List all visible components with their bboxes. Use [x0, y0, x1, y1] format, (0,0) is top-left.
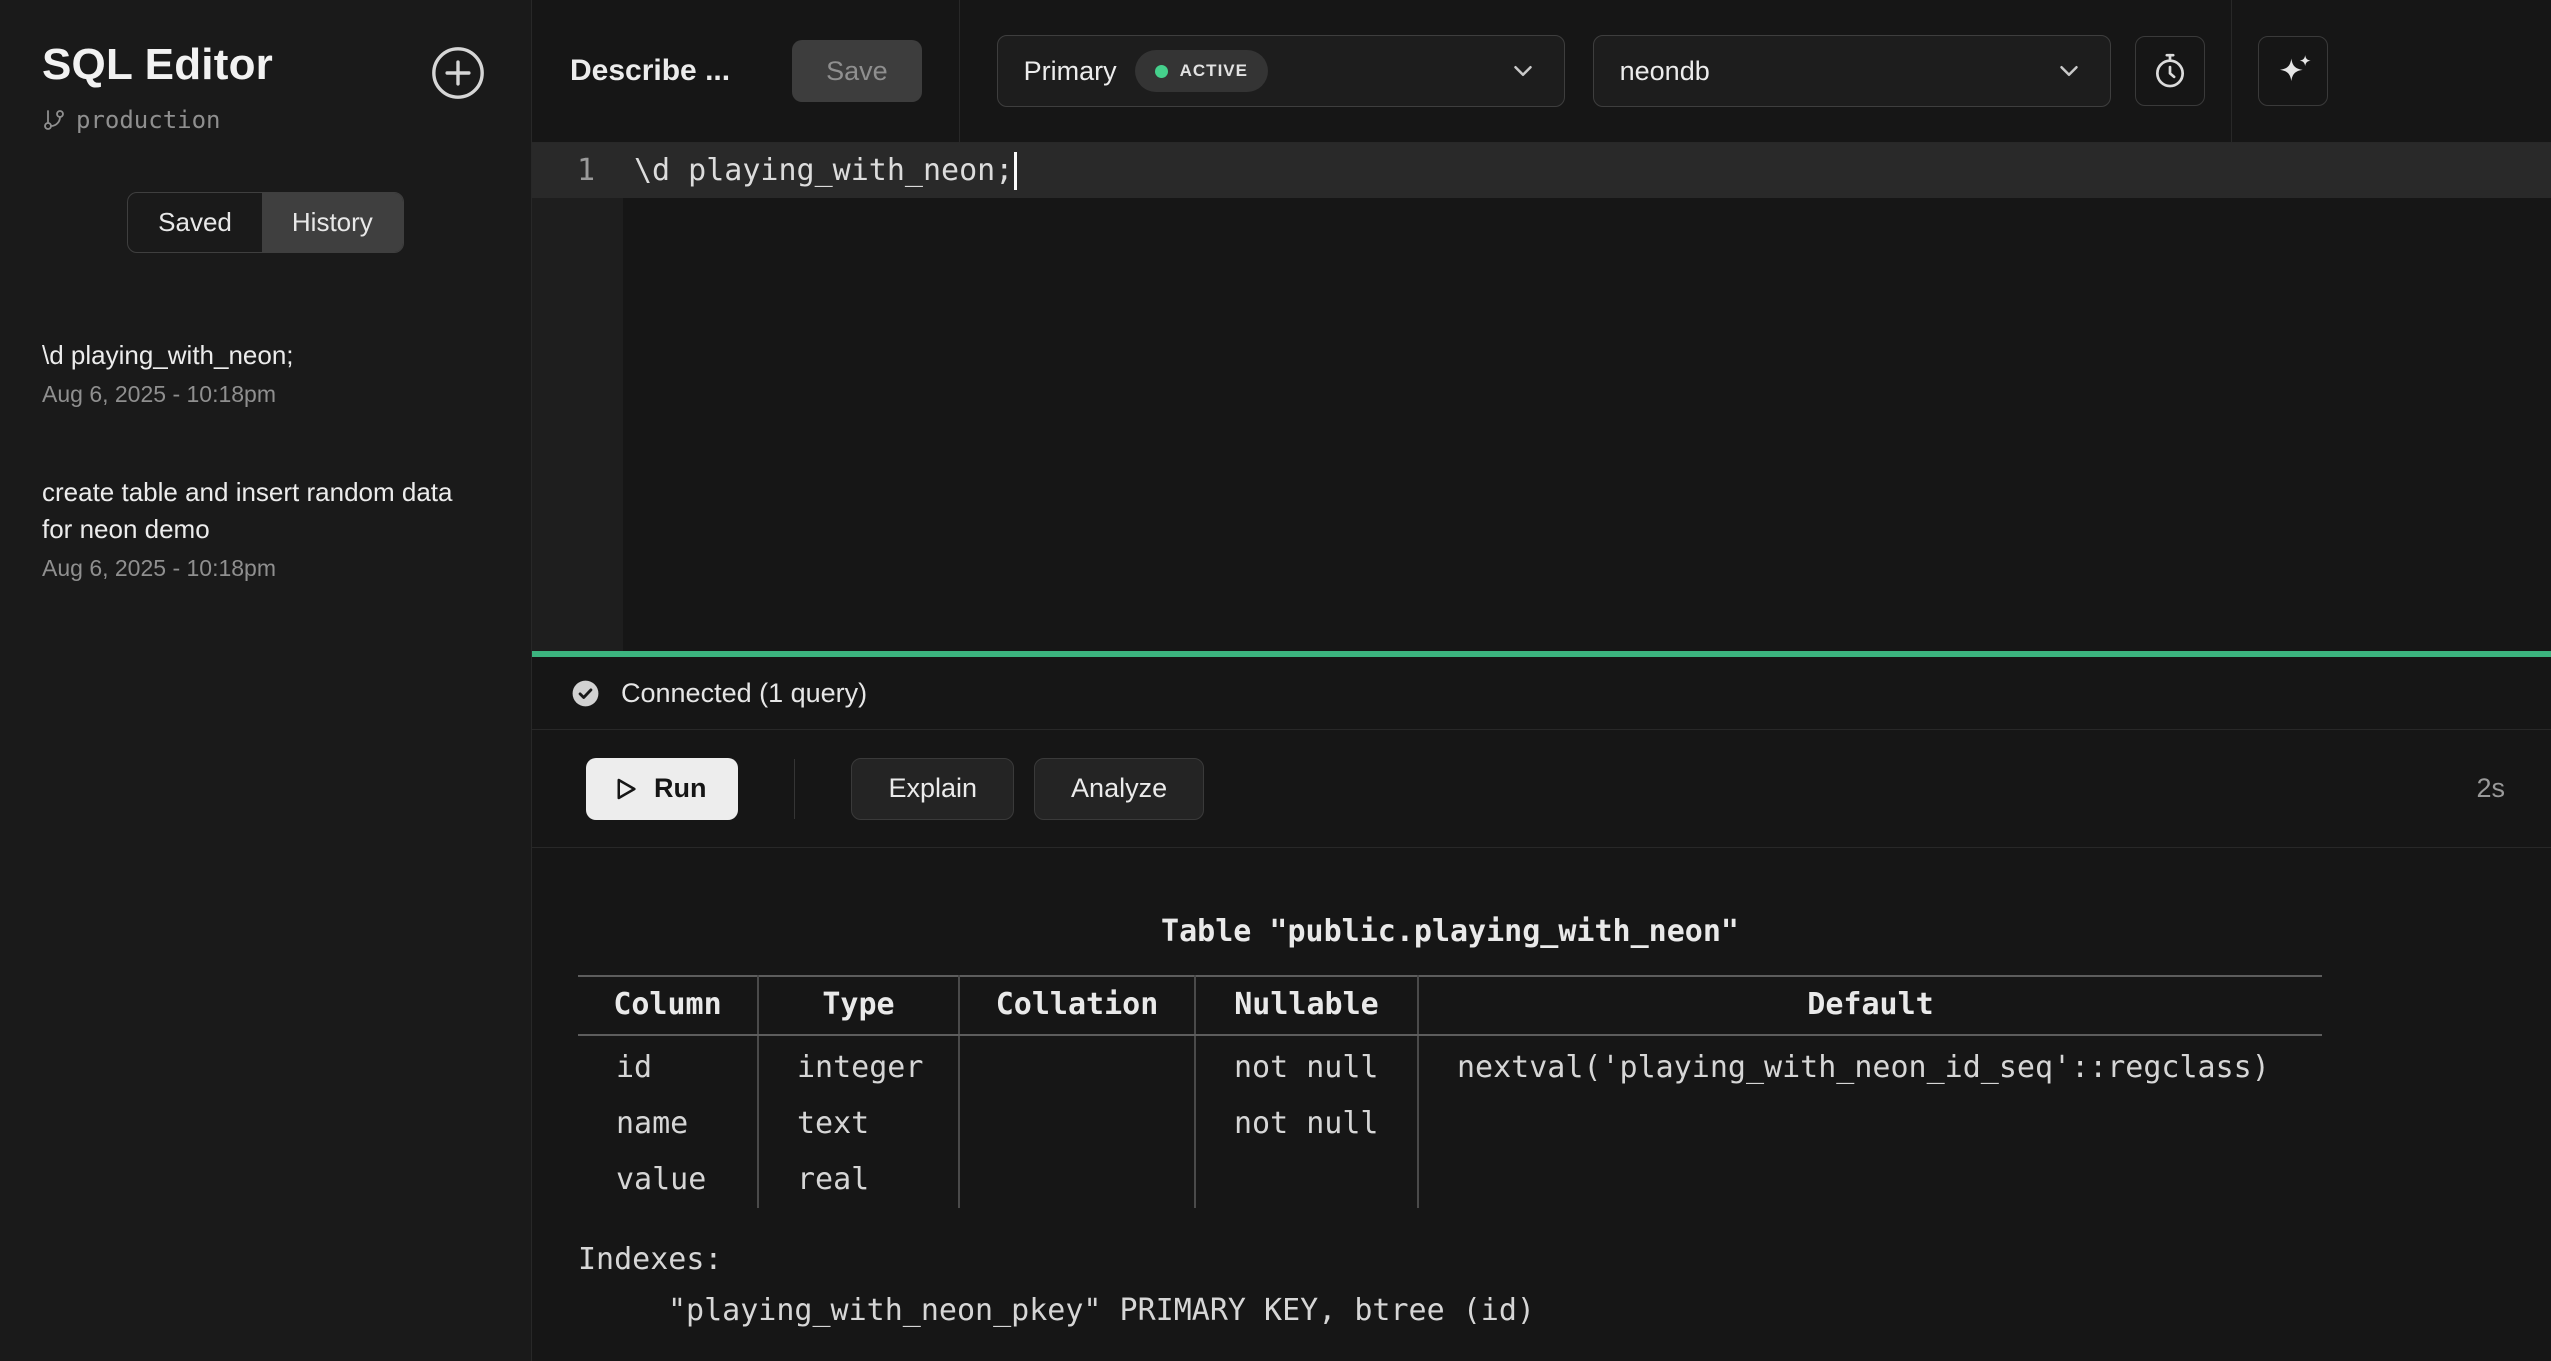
new-query-button[interactable] [429, 40, 487, 102]
history-timestamp: Aug 6, 2025 - 10:18pm [42, 381, 487, 408]
code-text: \d playing_with_neon; [634, 153, 1013, 188]
code-line: 1 \d playing_with_neon; [532, 143, 2551, 198]
branch-name: production [76, 106, 221, 134]
database-select[interactable]: neondb [1593, 35, 2111, 107]
table-cell [1195, 1152, 1418, 1208]
plus-circle-icon [429, 44, 487, 102]
sparkles-icon [2273, 51, 2313, 91]
results-table: Column Type Collation Nullable Default i… [578, 975, 2322, 1208]
branch-select-value: Primary [1024, 56, 1117, 87]
editor-topbar: Describe ... Save Primary ACTIVE neondb [532, 0, 2551, 143]
table-cell [1418, 1152, 2322, 1208]
tab-saved[interactable]: Saved [128, 193, 262, 252]
topbar-divider [2231, 0, 2232, 142]
sidebar: SQL Editor production Saved History \d [0, 0, 532, 1361]
table-cell: not null [1195, 1096, 1418, 1152]
table-cell: name [578, 1096, 758, 1152]
indexes-label: Indexes: [578, 1242, 2551, 1277]
results-table-title: Table "public.playing_with_neon" [578, 914, 2322, 949]
history-timestamp: Aug 6, 2025 - 10:18pm [42, 555, 487, 582]
main-panel: Describe ... Save Primary ACTIVE neondb [532, 0, 2551, 1361]
stopwatch-icon [2151, 52, 2189, 90]
explain-button[interactable]: Explain [851, 758, 1014, 820]
chevron-down-icon [2054, 56, 2084, 86]
table-cell [1418, 1096, 2322, 1152]
table-cell [959, 1096, 1195, 1152]
line-number-gutter [532, 143, 623, 651]
sidebar-header: SQL Editor production [0, 40, 531, 134]
text-cursor [1014, 152, 1017, 190]
database-select-value: neondb [1620, 56, 1710, 87]
table-cell [959, 1035, 1195, 1096]
history-list: \d playing_with_neon; Aug 6, 2025 - 10:1… [0, 337, 531, 582]
page-title: SQL Editor [42, 40, 273, 90]
table-header-default: Default [1418, 976, 2322, 1035]
table-cell: not null [1195, 1035, 1418, 1096]
chevron-down-icon [1508, 56, 1538, 86]
table-row: id integer not null nextval('playing_wit… [578, 1035, 2322, 1096]
connection-status-text: Connected (1 query) [621, 678, 867, 709]
play-icon [610, 774, 640, 804]
ai-assistant-button[interactable] [2258, 36, 2328, 106]
table-cell: value [578, 1152, 758, 1208]
table-header-row: Column Type Collation Nullable Default [578, 976, 2322, 1035]
table-header-nullable: Nullable [1195, 976, 1418, 1035]
git-branch-icon [42, 108, 66, 132]
line-number: 1 [532, 153, 623, 188]
run-button-label: Run [654, 773, 706, 804]
analyze-button[interactable]: Analyze [1034, 758, 1204, 820]
query-results: Table "public.playing_with_neon" Column … [532, 848, 2551, 1361]
table-header-type: Type [758, 976, 959, 1035]
query-duration: 2s [2476, 773, 2505, 804]
table-row: name text not null [578, 1096, 2322, 1152]
table-header-collation: Collation [959, 976, 1195, 1035]
table-cell: nextval('playing_with_neon_id_seq'::regc… [1418, 1035, 2322, 1096]
table-row: value real [578, 1152, 2322, 1208]
history-item[interactable]: \d playing_with_neon; Aug 6, 2025 - 10:1… [42, 337, 487, 408]
table-cell [959, 1152, 1195, 1208]
check-circle-icon [570, 678, 601, 709]
query-name[interactable]: Describe ... [570, 54, 730, 88]
history-query-text: create table and insert random data for … [42, 474, 487, 547]
toolbar-divider [794, 759, 795, 819]
sql-editor-app: SQL Editor production Saved History \d [0, 0, 2551, 1361]
table-cell: id [578, 1035, 758, 1096]
history-item[interactable]: create table and insert random data for … [42, 474, 487, 582]
query-toolbar: Run Explain Analyze 2s [532, 730, 2551, 848]
active-dot [1155, 65, 1168, 78]
branch-select[interactable]: Primary ACTIVE [997, 35, 1565, 107]
connection-status-row: Connected (1 query) [532, 657, 2551, 730]
save-button[interactable]: Save [792, 40, 922, 102]
topbar-divider [959, 0, 960, 142]
branch-status-badge: ACTIVE [1135, 50, 1268, 92]
branch-status-label: ACTIVE [1180, 61, 1248, 81]
table-header-column: Column [578, 976, 758, 1035]
query-history-button[interactable] [2135, 36, 2205, 106]
sql-code-editor[interactable]: 1 \d playing_with_neon; [532, 143, 2551, 651]
code-cell[interactable]: \d playing_with_neon; [623, 152, 1017, 190]
branch-indicator: production [42, 106, 273, 134]
history-query-text: \d playing_with_neon; [42, 337, 487, 373]
index-definition: "playing_with_neon_pkey" PRIMARY KEY, bt… [578, 1293, 2551, 1328]
run-button[interactable]: Run [586, 758, 738, 820]
table-cell: integer [758, 1035, 959, 1096]
tab-history[interactable]: History [262, 193, 403, 252]
table-cell: real [758, 1152, 959, 1208]
saved-history-tabs: Saved History [127, 192, 404, 253]
table-cell: text [758, 1096, 959, 1152]
